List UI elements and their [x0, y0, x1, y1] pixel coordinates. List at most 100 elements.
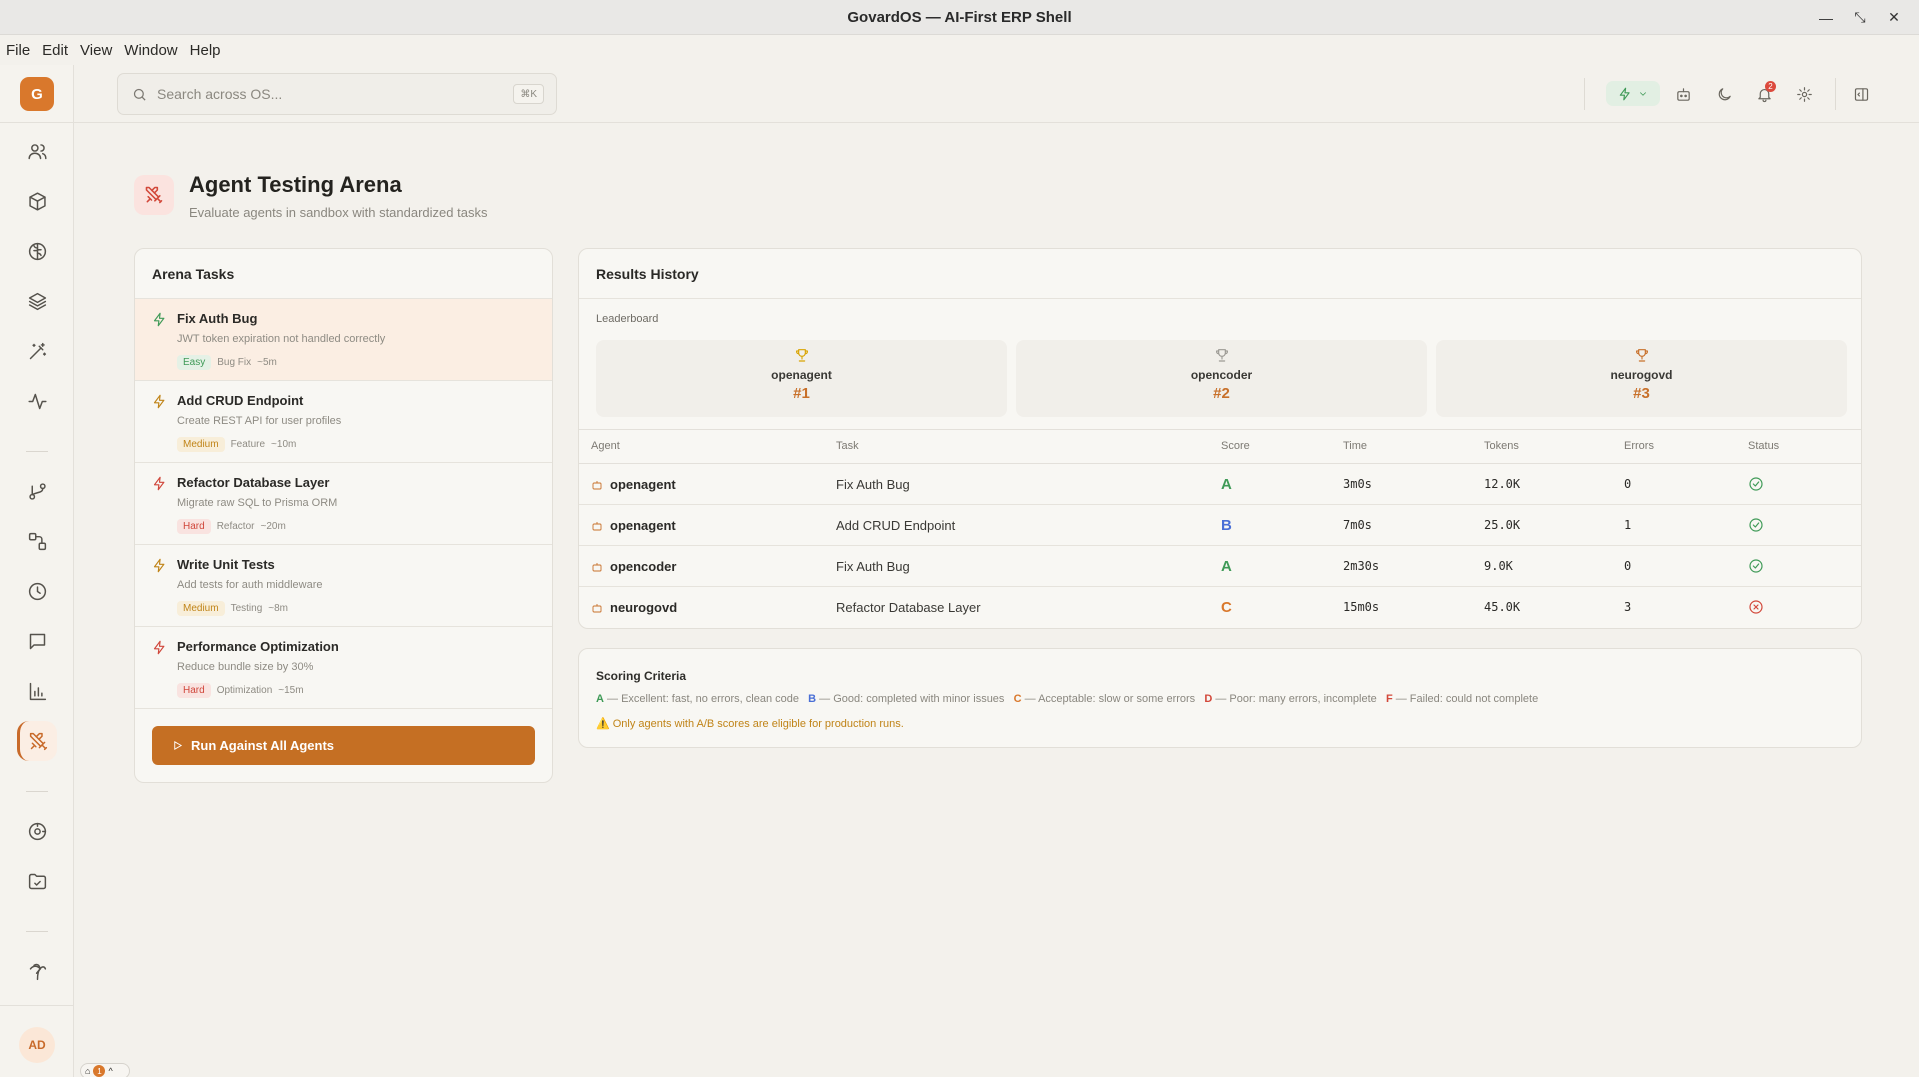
bar-chart-icon[interactable]: [17, 671, 57, 711]
menu-file[interactable]: File: [6, 42, 30, 59]
agent-status-widget[interactable]: ⌂ 1 ^: [80, 1063, 130, 1077]
search-box[interactable]: ⌘K: [117, 73, 557, 115]
column-header: Status: [1748, 440, 1780, 452]
task-category: Testing: [230, 603, 263, 614]
leaderboard-agent: neurogovd: [1610, 368, 1673, 382]
panel-toggle-icon[interactable]: [1848, 81, 1874, 107]
close-icon[interactable]: ✕: [1877, 9, 1911, 26]
score-cell: B: [1221, 517, 1232, 534]
task-name: Refactor Database Layer: [177, 475, 330, 490]
task-item[interactable]: Fix Auth Bug JWT token expiration not ha…: [135, 299, 552, 381]
criteria-title: Scoring Criteria: [596, 669, 687, 683]
tokens-cell: 25.0K: [1484, 518, 1521, 532]
tokens-cell: 45.0K: [1484, 600, 1521, 614]
robot-icon: [591, 561, 603, 576]
lightning-icon: [152, 312, 167, 327]
app-logo[interactable]: G: [20, 77, 54, 111]
task-cell: Fix Auth Bug: [836, 559, 910, 574]
palm-tree-icon[interactable]: [17, 951, 57, 991]
run-button-label: Run Against All Agents: [191, 738, 334, 753]
workflow-icon[interactable]: [17, 521, 57, 561]
grade-description: — Good: completed with minor issues: [816, 693, 1005, 705]
layers-icon[interactable]: [17, 281, 57, 321]
divider: [1835, 78, 1836, 110]
divider: [1584, 78, 1585, 110]
menu-window[interactable]: Window: [124, 42, 177, 59]
eligibility-warning: ⚠️ Only agents with A/B scores are eligi…: [596, 718, 904, 730]
arena-icon: [134, 175, 174, 215]
column-header: Errors: [1624, 440, 1654, 452]
grade-letter: A: [596, 693, 604, 705]
time-cell: 7m0s: [1343, 518, 1372, 532]
task-cell: Refactor Database Layer: [836, 600, 981, 615]
panel-title: Arena Tasks: [135, 249, 552, 299]
brain-icon[interactable]: [17, 231, 57, 271]
task-meta: Medium Feature ~10m: [177, 437, 296, 452]
task-category: Optimization: [216, 685, 273, 696]
menu-help[interactable]: Help: [190, 42, 221, 59]
top-bar: ⌘K 2: [74, 65, 1919, 123]
chat-icon[interactable]: [17, 621, 57, 661]
run-all-agents-button[interactable]: Run Against All Agents: [152, 726, 535, 765]
target-icon[interactable]: [17, 811, 57, 851]
lightning-icon: [152, 476, 167, 491]
task-cell: Add CRUD Endpoint: [836, 518, 956, 533]
magic-wand-icon[interactable]: [17, 331, 57, 371]
bell-icon[interactable]: 2: [1751, 81, 1777, 107]
quick-actions-dropdown[interactable]: [1606, 81, 1660, 106]
restore-icon[interactable]: ⤡: [1843, 9, 1877, 26]
task-item[interactable]: Refactor Database Layer Migrate raw SQL …: [135, 463, 552, 545]
errors-cell: 1: [1624, 518, 1632, 532]
robot-icon[interactable]: [1670, 81, 1696, 107]
git-branch-icon[interactable]: [17, 471, 57, 511]
user-avatar[interactable]: AD: [19, 1027, 55, 1063]
moon-icon[interactable]: [1711, 81, 1737, 107]
task-item[interactable]: Write Unit Tests Add tests for auth midd…: [135, 545, 552, 627]
search-input[interactable]: [157, 86, 497, 102]
time-cell: 2m30s: [1343, 559, 1380, 573]
task-meta: Medium Testing ~8m: [177, 601, 288, 616]
activity-icon[interactable]: [17, 381, 57, 421]
difficulty-badge: Easy: [177, 355, 212, 370]
column-header: Agent: [591, 440, 620, 452]
table-row[interactable]: opencoder Fix Auth Bug A 2m30s 9.0K 0: [579, 546, 1861, 587]
table-row[interactable]: openagent Add CRUD Endpoint B 7m0s 25.0K…: [579, 505, 1861, 546]
divider: [0, 122, 74, 123]
lightning-icon: [1619, 87, 1630, 100]
check-circle-icon: [1748, 517, 1764, 536]
task-category: Bug Fix: [217, 357, 252, 368]
swords-icon[interactable]: [17, 721, 57, 761]
grade-letter: B: [808, 693, 817, 705]
menu-view[interactable]: View: [80, 42, 112, 59]
folder-icon[interactable]: [17, 861, 57, 901]
agent-cell: openagent: [610, 518, 676, 533]
table-row[interactable]: neurogovd Refactor Database Layer C 15m0…: [579, 587, 1861, 628]
divider: [0, 1005, 74, 1006]
task-category: Feature: [230, 439, 266, 450]
task-item[interactable]: Add CRUD Endpoint Create REST API for us…: [135, 381, 552, 463]
difficulty-badge: Medium: [177, 601, 225, 616]
agent-cell: openagent: [610, 477, 676, 492]
robot-icon: [591, 479, 603, 494]
users-icon[interactable]: [17, 131, 57, 171]
minimize-icon[interactable]: —: [1809, 10, 1843, 26]
arena-tasks-panel: Arena Tasks Fix Auth Bug JWT token expir…: [134, 248, 553, 783]
task-item[interactable]: Performance Optimization Reduce bundle s…: [135, 627, 552, 709]
gear-icon[interactable]: [1791, 81, 1817, 107]
sidebar: G AD: [0, 65, 74, 1077]
errors-cell: 0: [1624, 559, 1632, 573]
column-header: Task: [836, 440, 859, 452]
difficulty-badge: Hard: [177, 519, 211, 534]
title-bar: GovardOS — AI-First ERP Shell — ⤡ ✕: [0, 0, 1919, 35]
column-header: Time: [1343, 440, 1368, 452]
task-category: Refactor: [216, 521, 255, 532]
table-row[interactable]: openagent Fix Auth Bug A 3m0s 12.0K 0: [579, 464, 1861, 505]
lightning-icon: [152, 640, 167, 655]
window-title: GovardOS — AI-First ERP Shell: [847, 8, 1072, 26]
cube-icon[interactable]: [17, 181, 57, 221]
time-cell: 3m0s: [1343, 477, 1372, 491]
column-header: Tokens: [1484, 440, 1519, 452]
page-subtitle: Evaluate agents in sandbox with standard…: [189, 205, 488, 220]
menu-edit[interactable]: Edit: [42, 42, 68, 59]
clock-icon[interactable]: [17, 571, 57, 611]
